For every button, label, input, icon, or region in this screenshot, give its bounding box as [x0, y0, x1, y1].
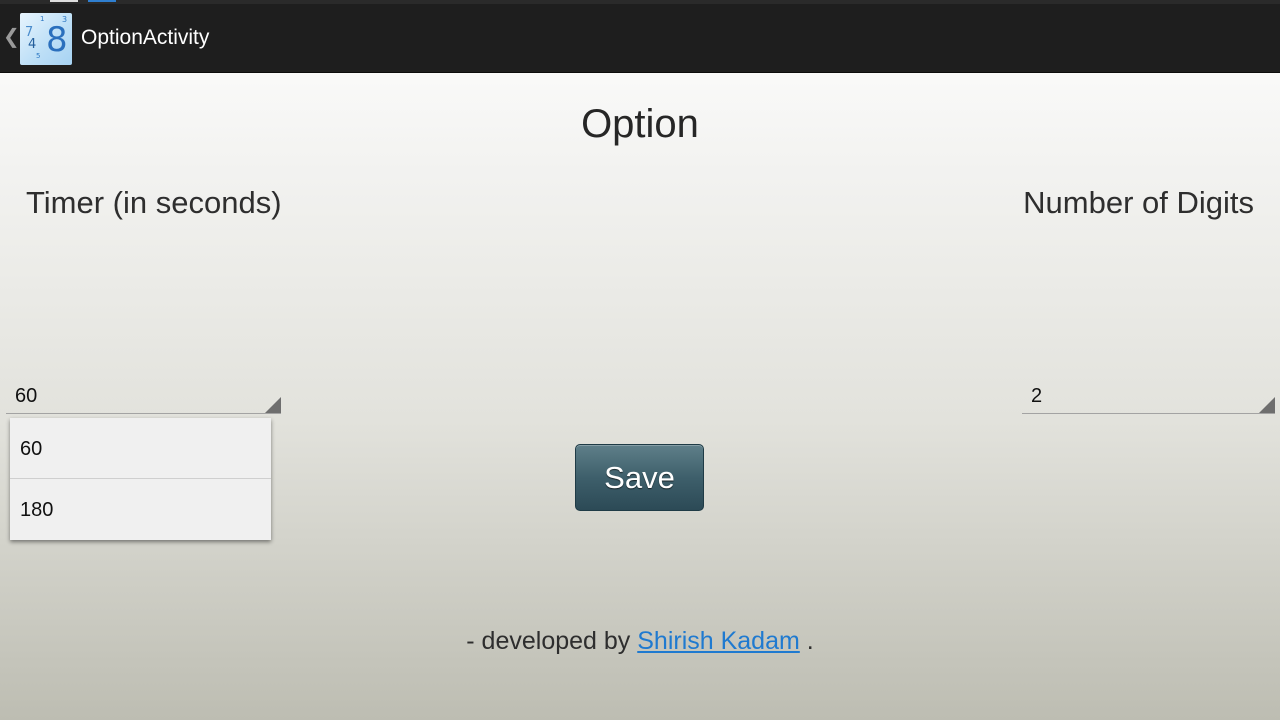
number-tiles-icon: 7 4 1 5 3 8 — [20, 13, 72, 65]
timer-option-60[interactable]: 60 — [10, 418, 271, 479]
page-title: Option — [581, 102, 699, 146]
dropdown-corner-icon — [1259, 397, 1275, 413]
action-bar: ❮ 7 4 1 5 3 8 OptionActivity — [0, 4, 1280, 73]
digits-spinner[interactable]: 2 — [1022, 381, 1275, 414]
option-label: 180 — [20, 499, 54, 521]
status-indicator-active — [88, 0, 116, 2]
developer-credit: - developed by Shirish Kadam . — [0, 625, 1280, 657]
timer-dropdown-menu: 60 180 — [10, 418, 271, 540]
author-link[interactable]: Shirish Kadam — [637, 627, 800, 655]
credit-suffix: . — [799, 627, 814, 655]
chevron-left-icon: ❮ — [3, 24, 20, 48]
timer-label: Timer (in seconds) — [26, 185, 282, 220]
up-navigation-button[interactable]: ❮ 7 4 1 5 3 8 — [0, 4, 76, 72]
save-button[interactable]: Save — [575, 444, 704, 511]
timer-spinner[interactable]: 60 — [6, 381, 281, 414]
digits-label: Number of Digits — [1023, 185, 1254, 220]
dropdown-corner-icon — [265, 397, 281, 413]
timer-option-180[interactable]: 180 — [10, 479, 271, 540]
digits-selected-value: 2 — [1031, 385, 1043, 407]
activity-title: OptionActivity — [81, 26, 210, 49]
option-label: 60 — [20, 438, 43, 460]
credit-prefix: - developed by — [466, 627, 638, 655]
status-indicator — [50, 0, 78, 2]
timer-selected-value: 60 — [15, 385, 38, 407]
